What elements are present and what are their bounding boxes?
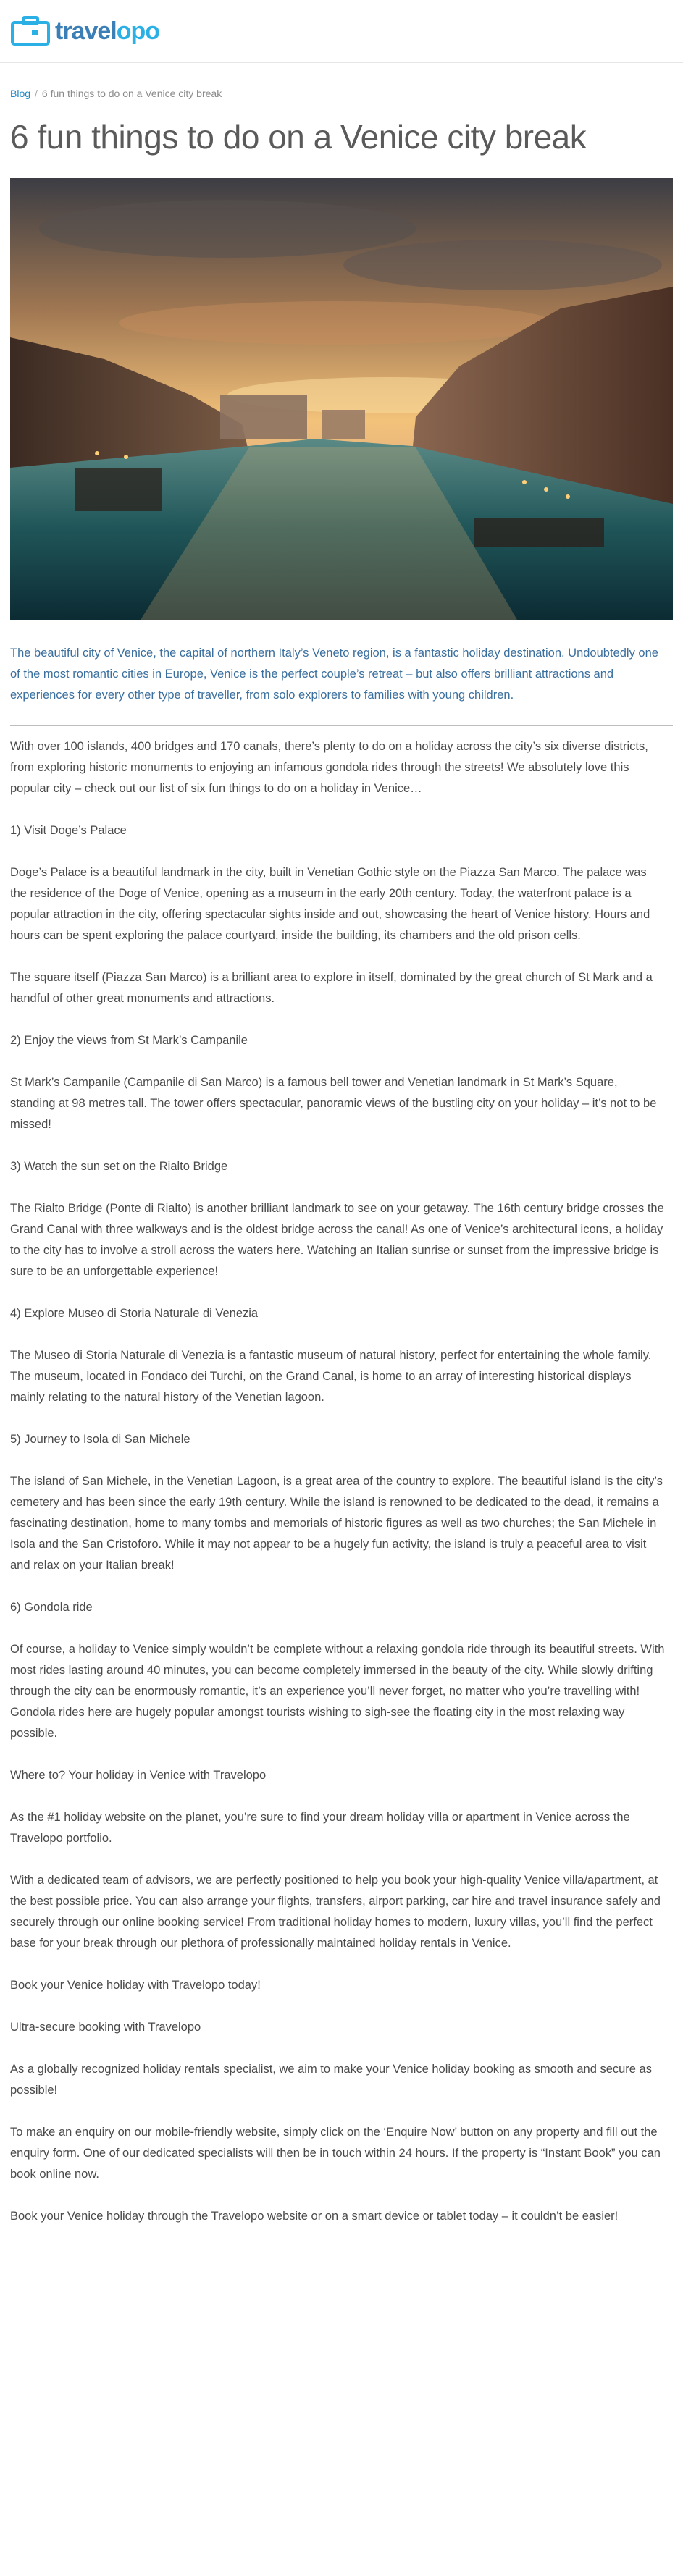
body-paragraph: The Rialto Bridge (Ponte di Rialto) is a… — [10, 1201, 664, 1278]
body-paragraph: As the #1 holiday website on the planet,… — [10, 1810, 630, 1845]
section-heading: 1) Visit Doge’s Palace — [10, 823, 127, 837]
breadcrumb: Blog /6 fun things to do on a Venice city… — [10, 88, 673, 99]
travelopo-logo[interactable]: travelopo — [10, 15, 160, 47]
body-paragraph: St Mark’s Campanile (Campanile di San Ma… — [10, 1075, 657, 1131]
section-heading: 5) Journey to Isola di San Michele — [10, 1432, 190, 1446]
body-paragraph: Of course, a holiday to Venice simply wo… — [10, 1642, 665, 1740]
body-paragraph: With a dedicated team of advisors, we ar… — [10, 1873, 661, 1950]
breadcrumb-current: 6 fun things to do on a Venice city brea… — [41, 88, 222, 99]
body-paragraph: Doge’s Palace is a beautiful landmark in… — [10, 865, 650, 942]
section-heading: Where to? Your holiday in Venice with Tr… — [10, 1768, 267, 1782]
hero-image — [10, 177, 673, 620]
suitcase-icon — [11, 16, 50, 46]
section-heading: 3) Watch the sun set on the Rialto Bridg… — [10, 1159, 228, 1173]
breadcrumb-separator: / — [35, 88, 38, 99]
breadcrumb-blog-link[interactable]: Blog — [10, 88, 30, 99]
section-heading: 2) Enjoy the views from St Mark’s Campan… — [10, 1033, 248, 1047]
section-heading: 6) Gondola ride — [10, 1600, 93, 1614]
body-paragraph: The square itself (Piazza San Marco) is … — [10, 970, 653, 1005]
site-header: travelopo — [0, 0, 683, 63]
body-paragraph: Book your Venice holiday through the Tra… — [10, 2209, 619, 2223]
logo-wordmark: travelopo — [55, 17, 160, 45]
section-heading: Ultra-secure booking with Travelopo — [10, 2020, 201, 2034]
body-paragraph: As a globally recognized holiday rentals… — [10, 2062, 652, 2097]
body-paragraph: To make an enquiry on our mobile-friendl… — [10, 2125, 661, 2181]
body-paragraph: Book your Venice holiday with Travelopo … — [10, 1978, 261, 1992]
page-title: 6 fun things to do on a Venice city brea… — [10, 118, 587, 156]
body-paragraph: With over 100 islands, 400 bridges and 1… — [10, 739, 648, 795]
body-paragraph: The island of San Michele, in the Veneti… — [10, 1474, 663, 1572]
intro-paragraph: The beautiful city of Venice, the capita… — [10, 646, 658, 702]
section-divider — [10, 724, 673, 726]
section-heading: 4) Explore Museo di Storia Naturale di V… — [10, 1306, 259, 1320]
body-paragraph: The Museo di Storia Naturale di Venezia … — [10, 1348, 652, 1404]
